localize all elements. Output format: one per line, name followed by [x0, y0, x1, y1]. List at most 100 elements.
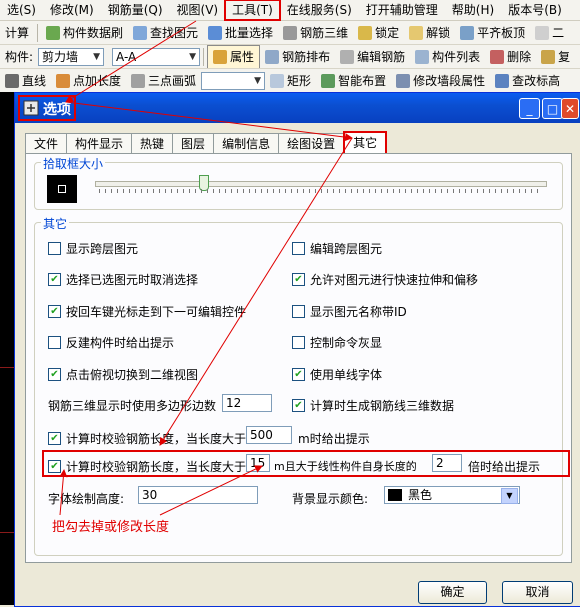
option-label: 按回车键光标走到下一可编辑控件	[66, 305, 247, 319]
maximize-button[interactable]: □	[542, 98, 563, 119]
bg-color-select[interactable]: 黑色 ▼	[384, 486, 520, 504]
polygon-sides-input[interactable]: 12	[222, 394, 272, 412]
toolbar-align-slab-top[interactable]: 平齐板顶	[455, 22, 530, 44]
checkbox[interactable]	[292, 242, 305, 255]
menu-version[interactable]: 版本号(B)	[501, 0, 569, 20]
lock-label: 锁定	[375, 26, 400, 40]
component-type-select[interactable]: 剪力墙 ▼	[38, 47, 105, 66]
option-quick-stretch[interactable]: ✔ 允许对图元进行快速拉伸和偏移	[292, 271, 478, 288]
checkbox[interactable]: ✔	[48, 305, 61, 318]
option-label: 计算时生成钢筋线三维数据	[310, 399, 455, 413]
data-brush-label: 构件数据刷	[63, 26, 124, 40]
toolbar-smart-layout[interactable]: 智能布置	[316, 70, 391, 92]
tab-layers[interactable]: 图层	[172, 133, 215, 154]
toolbar-unlock[interactable]: 解锁	[404, 22, 455, 44]
rebar-length-suffix: m时给出提示	[298, 432, 370, 446]
ok-button[interactable]: 确定	[418, 581, 487, 604]
checkbox[interactable]	[292, 305, 305, 318]
find-label: 查找图元	[150, 26, 199, 40]
checkbox[interactable]	[48, 242, 61, 255]
option-label: 选择已选图元时取消选择	[66, 273, 199, 287]
dialog-titlebar[interactable]: 选项 _ □ ✕	[15, 93, 580, 123]
toolbar-elevation[interactable]: 查改标高	[490, 70, 565, 92]
font-height-input[interactable]: 30	[138, 486, 258, 504]
toolbar-data-brush[interactable]: 构件数据刷	[41, 22, 128, 44]
brush-icon	[46, 25, 61, 40]
component-label: 构件:	[5, 50, 34, 64]
minimize-button[interactable]: _	[519, 98, 540, 119]
checkbox[interactable]: ✔	[292, 399, 305, 412]
component-name-select[interactable]: A-A ▼	[112, 47, 201, 66]
toolbar-2d[interactable]: 二	[530, 22, 569, 44]
option-gray-commands[interactable]: 控制命令灰显	[292, 334, 382, 351]
toolbar-edit-rebar[interactable]: 编辑钢筋	[335, 46, 410, 68]
tab-edit-info[interactable]: 编制信息	[213, 133, 280, 154]
properties-label: 属性	[230, 50, 255, 64]
checkbox[interactable]	[48, 336, 61, 349]
checkbox[interactable]: ✔	[292, 273, 305, 286]
chevron-down-icon[interactable]: ▼	[501, 488, 518, 504]
toolbar-properties[interactable]: 属性	[207, 45, 261, 68]
title-highlight-box	[18, 95, 76, 121]
toolbar-component-list[interactable]: 构件列表	[410, 46, 485, 68]
arc-label: 三点画弧	[148, 74, 197, 88]
list-icon	[415, 49, 430, 64]
option-enter-next-control[interactable]: ✔ 按回车键光标走到下一可编辑控件	[48, 303, 246, 320]
toolbar-copy[interactable]: 复	[536, 46, 575, 68]
checkbox[interactable]: ✔	[48, 368, 61, 381]
component-list-label: 构件列表	[432, 50, 481, 64]
toolbar-delete[interactable]: 删除	[485, 46, 536, 68]
toolbar-point-length[interactable]: 点加长度	[51, 70, 126, 92]
color-swatch	[388, 489, 402, 501]
font-height-label: 字体绘制高度:	[48, 492, 125, 506]
tab-panel-other: 拾取框大小 其它 显示跨层图元 ✔ 选择已选图元时取消选择 ✔ 按回车键光标走到…	[25, 153, 572, 563]
option-single-line-font[interactable]: ✔ 使用单线字体	[292, 366, 382, 383]
close-button[interactable]: ✕	[561, 98, 579, 119]
checkbox[interactable]: ✔	[48, 273, 61, 286]
unlock-icon	[409, 25, 424, 40]
toolbar-line[interactable]: 直线	[0, 70, 51, 92]
toolbar-batch-select[interactable]: 批量选择	[203, 22, 278, 44]
menu-online-service[interactable]: 在线服务(S)	[280, 0, 359, 20]
bg-color-value: 黑色	[408, 488, 433, 502]
option-show-name-id[interactable]: 显示图元名称带ID	[292, 303, 407, 320]
checkbox[interactable]	[292, 336, 305, 349]
option-rebar-length-check[interactable]: ✔ 计算时校验钢筋长度，当长度大于	[48, 430, 246, 447]
checkbox[interactable]: ✔	[48, 432, 61, 445]
menu-rebar-quantity[interactable]: 钢筋量(Q)	[101, 0, 170, 20]
rebar-length-input[interactable]: 500	[246, 426, 292, 444]
toolbar-modify-wall[interactable]: 修改墙段属性	[391, 70, 490, 92]
tab-component-display[interactable]: 构件显示	[66, 133, 133, 154]
checkbox[interactable]: ✔	[292, 368, 305, 381]
menu-assist-manage[interactable]: 打开辅助管理	[359, 0, 445, 20]
toolbar-rectangle[interactable]: 矩形	[265, 70, 316, 92]
toolbar-rebar-3d[interactable]: 钢筋三维	[278, 22, 353, 44]
option-reverse-build-prompt[interactable]: 反建构件时给出提示	[48, 334, 174, 351]
view-2d-label: 二	[552, 26, 565, 40]
toolbar-three-point-arc[interactable]: 三点画弧	[126, 70, 201, 92]
option-generate-3d-data[interactable]: ✔ 计算时生成钢筋线三维数据	[292, 397, 454, 414]
tab-file[interactable]: 文件	[25, 133, 68, 154]
menu-modify[interactable]: 修改(M)	[43, 0, 101, 20]
menu-select[interactable]: 选(S)	[0, 0, 43, 20]
option-label: 编辑跨层图元	[310, 242, 383, 256]
toolbar-find[interactable]: 查找图元	[128, 22, 203, 44]
pick-box-slider[interactable]	[95, 181, 547, 187]
cancel-button[interactable]: 取消	[502, 581, 573, 604]
option-show-cross-layer[interactable]: 显示跨层图元	[48, 240, 138, 257]
option-edit-cross-layer[interactable]: 编辑跨层图元	[292, 240, 382, 257]
toolbar-rebar-layout[interactable]: 钢筋排布	[260, 46, 335, 68]
tab-drawing-settings[interactable]: 绘图设置	[278, 133, 345, 154]
menu-tools[interactable]: 工具(T)	[224, 0, 281, 21]
option-deselect-selected[interactable]: ✔ 选择已选图元时取消选择	[48, 271, 198, 288]
elevation-label: 查改标高	[512, 74, 561, 88]
option-top-view-2d[interactable]: ✔ 点击俯视切换到二维视图	[48, 366, 198, 383]
toolbar-calc[interactable]: 计算	[0, 22, 34, 44]
menu-help[interactable]: 帮助(H)	[445, 0, 501, 20]
canvas-line	[0, 367, 14, 368]
arc-mode-select[interactable]: ▼	[201, 71, 266, 90]
menu-view[interactable]: 视图(V)	[170, 0, 226, 20]
tab-hotkeys[interactable]: 热键	[131, 133, 174, 154]
toolbar-lock[interactable]: 锁定	[353, 22, 404, 44]
batch-select-icon	[208, 25, 223, 40]
